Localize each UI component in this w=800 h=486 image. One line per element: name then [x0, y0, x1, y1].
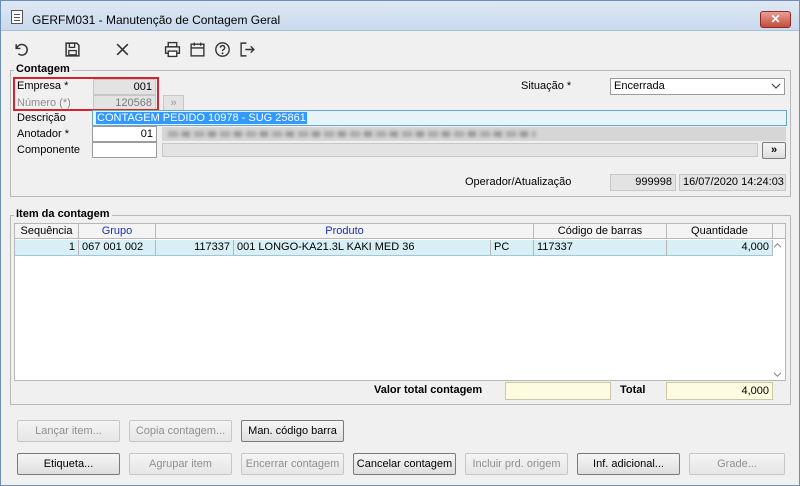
column-header-codigo-barras[interactable]: Código de barras [534, 224, 667, 239]
total-field: 4,000 [666, 382, 773, 400]
highlight-box [13, 77, 159, 111]
chevron-down-icon[interactable] [768, 79, 784, 93]
agrupar-item-button[interactable]: Agrupar item [129, 453, 232, 475]
calendar-icon[interactable] [188, 40, 206, 58]
operador-field: 999998 [610, 174, 676, 191]
componente-description-field [162, 143, 758, 157]
column-header-produto[interactable]: Produto [156, 224, 534, 239]
componente-label: Componente [17, 144, 80, 156]
column-header-filler [773, 224, 785, 239]
anotador-label: Anotador * [17, 128, 69, 140]
situacao-value: Encerrada [614, 80, 665, 92]
close-icon[interactable] [113, 40, 131, 58]
anotador-name-field [162, 127, 786, 141]
situacao-label: Situação * [521, 80, 572, 92]
title-bar: GERFM031 - Manutenção de Contagem Geral … [1, 1, 799, 31]
valor-total-label: Valor total contagem [374, 384, 483, 396]
exit-icon[interactable] [238, 40, 256, 58]
itens-group-title: Item da contagem [14, 208, 112, 220]
main-window: GERFM031 - Manutenção de Contagem Geral … [0, 0, 800, 486]
inf-adicional-button[interactable]: Inf. adicional... [577, 453, 680, 475]
print-icon[interactable] [163, 40, 181, 58]
column-header-quantidade[interactable]: Quantidade [667, 224, 773, 239]
cell-produto-codigo: 117337 [156, 240, 234, 256]
window-close-button[interactable]: ✕ [760, 11, 791, 28]
cell-codigo-barras: 117337 [534, 240, 667, 256]
scroll-down-icon [773, 372, 782, 377]
cell-quantidade: 4,000 [667, 240, 773, 256]
vertical-scrollbar[interactable] [770, 240, 784, 380]
cancelar-contagem-button[interactable]: Cancelar contagem [353, 453, 456, 475]
situacao-select[interactable]: Encerrada [610, 78, 785, 95]
atualizacao-field: 16/07/2020 14:24:03 [679, 174, 786, 191]
numero-lookup-button[interactable]: » [163, 95, 184, 111]
items-table: Sequência Grupo Produto Código de barras… [14, 223, 786, 381]
anotador-field[interactable]: 01 [92, 126, 157, 142]
descricao-field[interactable]: CONTAGEM PEDIDO 10978 - SUG 25861 [92, 110, 787, 126]
descricao-label: Descrição [17, 112, 66, 124]
incluir-prd-origem-button[interactable]: Incluir prd. origem [465, 453, 568, 475]
contagem-group-title: Contagem [14, 63, 72, 75]
descricao-value: CONTAGEM PEDIDO 10978 - SUG 25861 [96, 112, 307, 124]
man-codigo-barra-button[interactable]: Man. código barra [241, 420, 344, 442]
lancar-item-button[interactable]: Lançar item... [17, 420, 120, 442]
help-icon[interactable] [213, 40, 231, 58]
cell-produto-descricao: 001 LONGO-KA21.3L KAKI MED 36 [234, 240, 491, 256]
column-header-grupo[interactable]: Grupo [79, 224, 156, 239]
scroll-up-icon [773, 243, 782, 248]
cell-unidade: PC [491, 240, 534, 256]
encerrar-contagem-button[interactable]: Encerrar contagem [241, 453, 344, 475]
undo-icon[interactable] [12, 40, 30, 58]
save-icon[interactable] [63, 40, 81, 58]
cell-grupo: 067 001 002 [79, 240, 156, 256]
operador-label: Operador/Atualização [465, 176, 572, 188]
grade-button[interactable]: Grade... [689, 453, 785, 475]
total-label: Total [620, 384, 646, 396]
window-title: GERFM031 - Manutenção de Contagem Geral [32, 13, 281, 27]
document-icon [11, 10, 23, 24]
column-header-sequencia[interactable]: Sequência [15, 224, 79, 239]
valor-total-field [505, 382, 611, 400]
cell-sequencia: 1 [15, 240, 79, 256]
toolbar [1, 32, 799, 64]
componente-lookup-button[interactable]: » [762, 142, 786, 159]
componente-field[interactable] [92, 142, 157, 158]
etiqueta-button[interactable]: Etiqueta... [17, 453, 120, 475]
copia-contagem-button[interactable]: Copia contagem... [129, 420, 232, 442]
